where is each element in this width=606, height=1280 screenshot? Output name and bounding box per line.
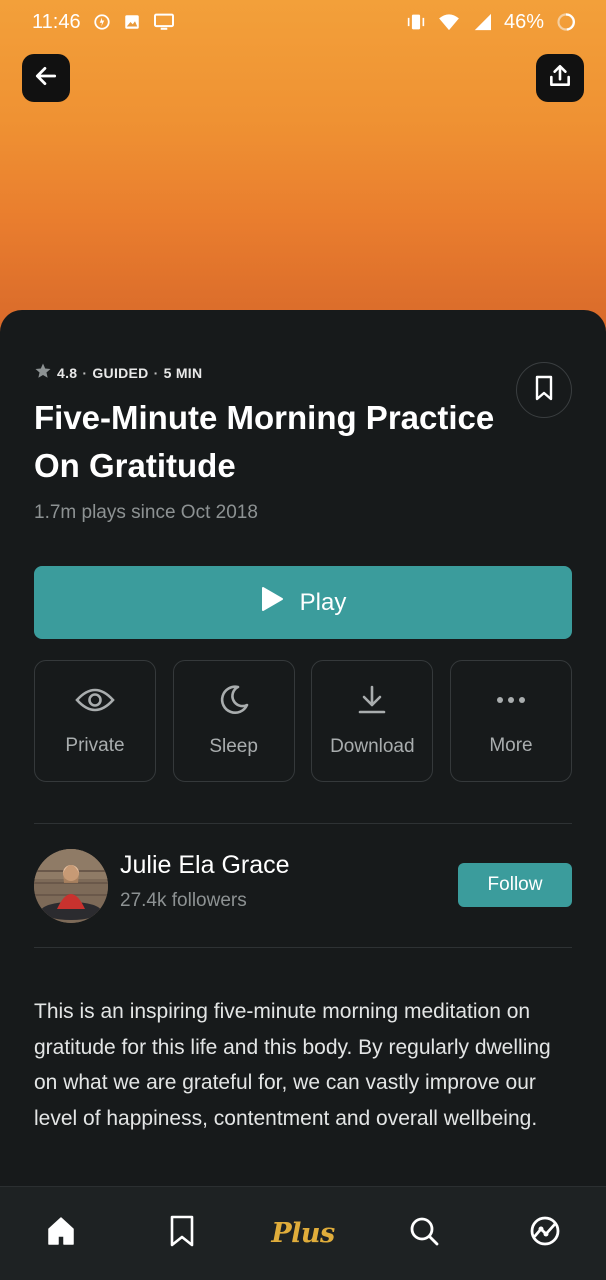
private-button[interactable]: Private: [34, 660, 156, 782]
home-icon: [45, 1215, 77, 1252]
follow-button[interactable]: Follow: [458, 863, 572, 907]
description-text: This is an inspiring five-minute morning…: [34, 1000, 551, 1130]
play-label: Play: [299, 588, 347, 616]
divider: [34, 823, 572, 824]
play-button[interactable]: Play: [34, 566, 572, 639]
meditation-duration: 5 MIN: [163, 364, 203, 381]
meditation-meta: 4.8 · GUIDED · 5 MIN: [34, 362, 202, 383]
battery-text: 46%: [503, 10, 544, 33]
wifi-icon: [438, 13, 460, 31]
play-icon: [260, 586, 284, 619]
eye-icon: [75, 685, 115, 721]
more-dots-icon: [495, 685, 527, 721]
avatar[interactable]: [34, 849, 108, 923]
vibrate-icon: [406, 13, 426, 31]
share-icon: [547, 63, 573, 94]
battery-icon: [556, 12, 576, 32]
arrow-left-icon: [33, 63, 59, 94]
cast-icon: [153, 13, 175, 31]
back-button[interactable]: [22, 54, 70, 102]
status-bar: 11:46 46%: [0, 0, 606, 44]
hero-image: [0, 0, 606, 340]
more-button[interactable]: More: [449, 660, 572, 782]
share-button[interactable]: [536, 54, 584, 102]
star-icon: [34, 362, 52, 383]
meditation-title: Five-Minute Morning Practice On Gratitud…: [34, 399, 495, 484]
teacher-followers: 27.4k followers: [120, 890, 247, 911]
private-label: Private: [65, 735, 125, 756]
sleep-button[interactable]: Sleep: [172, 660, 295, 782]
download-icon: [357, 684, 387, 722]
meditation-type: GUIDED: [92, 364, 149, 381]
signal-icon: [472, 13, 492, 31]
play-count: 1.7m plays since Oct 2018: [34, 502, 258, 523]
rating: 4.8: [57, 364, 78, 381]
meta-separator: ·: [153, 364, 159, 381]
more-label: More: [489, 735, 533, 756]
tab-stats[interactable]: [515, 1205, 575, 1261]
search-icon: [408, 1215, 440, 1252]
teacher-row: Julie Ela Grace 27.4k followers Follow: [34, 849, 572, 923]
stats-icon: [529, 1215, 561, 1252]
moon-icon: [218, 684, 250, 722]
download-label: Download: [330, 736, 415, 757]
meta-separator: ·: [82, 364, 88, 381]
tab-search[interactable]: [394, 1205, 454, 1261]
bookmark-icon: [532, 375, 556, 406]
bottom-tab-bar: Plus: [0, 1186, 606, 1280]
tab-saved[interactable]: [152, 1205, 212, 1261]
teacher-name[interactable]: Julie Ela Grace: [120, 851, 290, 880]
action-row: Private Sleep Download More: [34, 660, 572, 782]
sleep-label: Sleep: [209, 736, 258, 757]
data-saver-icon: [93, 13, 111, 31]
status-time: 11:46: [32, 10, 81, 33]
tab-home[interactable]: [31, 1205, 91, 1261]
download-button[interactable]: Download: [311, 660, 434, 782]
divider: [34, 947, 572, 948]
tab-plus[interactable]: Plus: [271, 1205, 335, 1261]
plus-label: Plus: [271, 1217, 335, 1249]
image-icon: [123, 13, 141, 31]
bookmark-button[interactable]: [516, 362, 572, 418]
bookmark-icon: [169, 1215, 195, 1252]
